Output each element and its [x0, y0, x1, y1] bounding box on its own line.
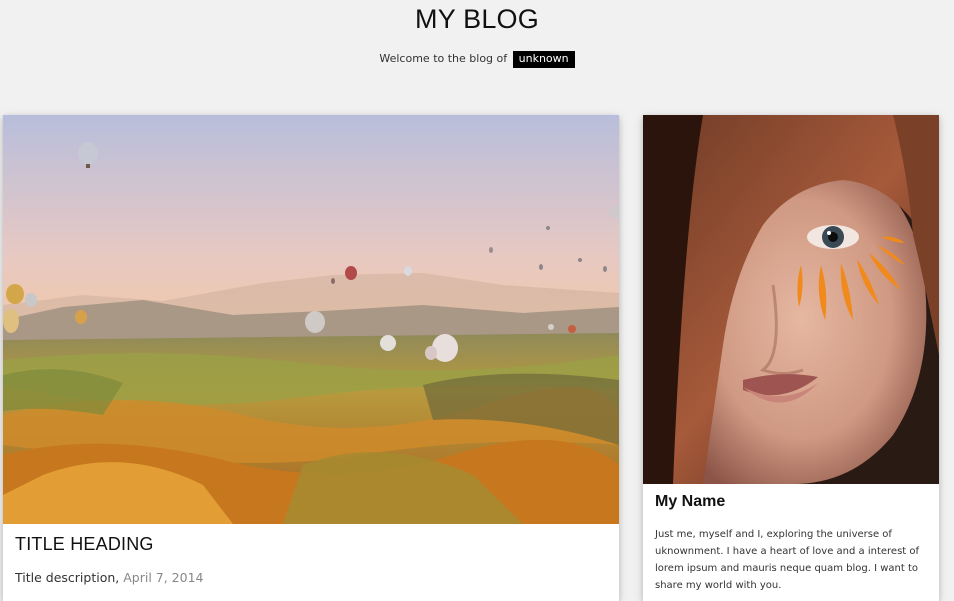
profile-bio: Just me, myself and I, exploring the uni…: [655, 529, 920, 591]
post-meta: Title description, April 7, 2014: [15, 570, 204, 585]
blog-page: MY BLOG Welcome to the blog of unknown T…: [0, 0, 954, 601]
welcome-line: Welcome to the blog of unknown: [0, 51, 954, 68]
username-tag: unknown: [512, 51, 575, 68]
post-image: [3, 115, 619, 524]
blog-title: MY BLOG: [415, 4, 539, 34]
welcome-text: Welcome to the blog of: [379, 52, 508, 65]
post-card: TITLE HEADING Title description, April 7…: [3, 115, 619, 601]
post-title[interactable]: TITLE HEADING: [15, 534, 154, 555]
profile-card: My Name Just me, myself and I, exploring…: [643, 115, 939, 601]
post-description: Title description,: [15, 570, 120, 585]
post-date: April 7, 2014: [123, 570, 204, 585]
profile-image: [643, 115, 939, 484]
profile-name: My Name: [655, 493, 726, 510]
